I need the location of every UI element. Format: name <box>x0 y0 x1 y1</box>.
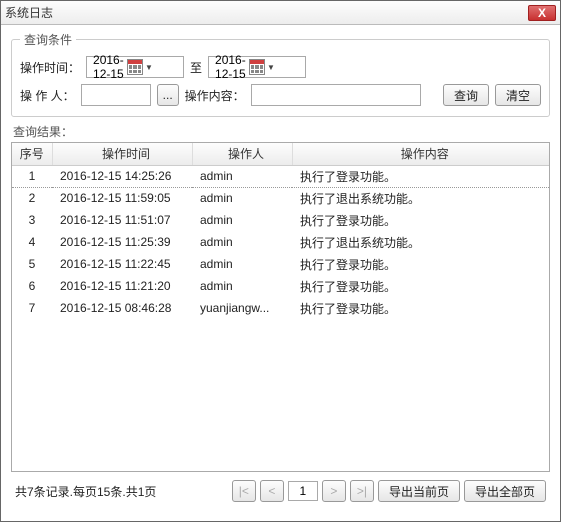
last-page-button[interactable]: >| <box>350 480 374 502</box>
cell-time: 2016-12-15 11:22:45 <box>52 253 192 275</box>
cell-oper: admin <box>192 165 292 187</box>
cell-cont: 执行了登录功能。 <box>292 297 549 319</box>
chevron-down-icon: ▼ <box>143 63 181 72</box>
close-icon: X <box>538 6 546 20</box>
cell-oper: admin <box>192 231 292 253</box>
titlebar: 系统日志 X <box>1 1 560 25</box>
table-row[interactable]: 72016-12-15 08:46:28yuanjiangw...执行了登录功能… <box>12 297 549 319</box>
table-row[interactable]: 52016-12-15 11:22:45admin执行了登录功能。 <box>12 253 549 275</box>
cell-seq: 6 <box>12 275 52 297</box>
cell-seq: 7 <box>12 297 52 319</box>
cell-seq: 4 <box>12 231 52 253</box>
cell-time: 2016-12-15 11:51:07 <box>52 209 192 231</box>
table-row[interactable]: 12016-12-15 14:25:26admin执行了登录功能。 <box>12 165 549 187</box>
clear-button[interactable]: 清空 <box>495 84 541 106</box>
cell-cont: 执行了退出系统功能。 <box>292 187 549 209</box>
query-panel: 查询条件 操作时间： 2016-12-15 ▼ 至 2016-12-15 ▼ 操… <box>11 31 550 117</box>
date-to-value: 2016-12-15 <box>215 53 249 81</box>
first-page-button[interactable]: |< <box>232 480 256 502</box>
cell-oper: admin <box>192 275 292 297</box>
cell-time: 2016-12-15 11:21:20 <box>52 275 192 297</box>
date-from-input[interactable]: 2016-12-15 ▼ <box>86 56 184 78</box>
close-button[interactable]: X <box>528 5 556 21</box>
cell-cont: 执行了登录功能。 <box>292 165 549 187</box>
col-oper[interactable]: 操作人 <box>192 143 292 165</box>
chevron-down-icon: ▼ <box>265 63 303 72</box>
table-row[interactable]: 32016-12-15 11:51:07admin执行了登录功能。 <box>12 209 549 231</box>
cell-cont: 执行了登录功能。 <box>292 209 549 231</box>
cell-time: 2016-12-15 11:59:05 <box>52 187 192 209</box>
search-button[interactable]: 查询 <box>443 84 489 106</box>
cell-time: 2016-12-15 14:25:26 <box>52 165 192 187</box>
table-header-row: 序号 操作时间 操作人 操作内容 <box>12 143 549 165</box>
col-time[interactable]: 操作时间 <box>52 143 192 165</box>
result-table: 序号 操作时间 操作人 操作内容 12016-12-15 14:25:26adm… <box>11 142 550 472</box>
col-seq[interactable]: 序号 <box>12 143 52 165</box>
export-page-button[interactable]: 导出当前页 <box>378 480 460 502</box>
cell-cont: 执行了退出系统功能。 <box>292 231 549 253</box>
next-page-button[interactable]: > <box>322 480 346 502</box>
date-from-value: 2016-12-15 <box>93 53 127 81</box>
calendar-icon <box>127 59 143 75</box>
cell-oper: admin <box>192 209 292 231</box>
result-label: 查询结果： <box>13 123 548 140</box>
cell-seq: 3 <box>12 209 52 231</box>
time-label: 操作时间： <box>20 59 80 76</box>
cell-seq: 1 <box>12 165 52 187</box>
cell-seq: 2 <box>12 187 52 209</box>
operator-label: 操 作 人： <box>20 87 75 104</box>
cell-time: 2016-12-15 11:25:39 <box>52 231 192 253</box>
export-all-button[interactable]: 导出全部页 <box>464 480 546 502</box>
cell-oper: admin <box>192 253 292 275</box>
prev-page-button[interactable]: < <box>260 480 284 502</box>
cell-cont: 执行了登录功能。 <box>292 253 549 275</box>
to-label: 至 <box>190 59 202 76</box>
cell-oper: yuanjiangw... <box>192 297 292 319</box>
table-row[interactable]: 62016-12-15 11:21:20admin执行了登录功能。 <box>12 275 549 297</box>
window-title: 系统日志 <box>5 4 528 21</box>
cell-time: 2016-12-15 08:46:28 <box>52 297 192 319</box>
cell-oper: admin <box>192 187 292 209</box>
table-row[interactable]: 42016-12-15 11:25:39admin执行了退出系统功能。 <box>12 231 549 253</box>
calendar-icon <box>249 59 265 75</box>
date-to-input[interactable]: 2016-12-15 ▼ <box>208 56 306 78</box>
operator-input[interactable] <box>81 84 151 106</box>
content-input[interactable] <box>251 84 421 106</box>
browse-operator-button[interactable]: ... <box>157 84 179 106</box>
col-cont[interactable]: 操作内容 <box>292 143 549 165</box>
footer: 共7条记录.每页15条.共1页 |< < > >| 导出当前页 导出全部页 <box>11 472 550 506</box>
table-row[interactable]: 22016-12-15 11:59:05admin执行了退出系统功能。 <box>12 187 549 209</box>
query-legend: 查询条件 <box>20 31 76 48</box>
cell-seq: 5 <box>12 253 52 275</box>
cell-cont: 执行了登录功能。 <box>292 275 549 297</box>
content-label: 操作内容： <box>185 87 245 104</box>
page-number-input[interactable] <box>288 481 318 501</box>
page-status: 共7条记录.每页15条.共1页 <box>15 483 156 500</box>
